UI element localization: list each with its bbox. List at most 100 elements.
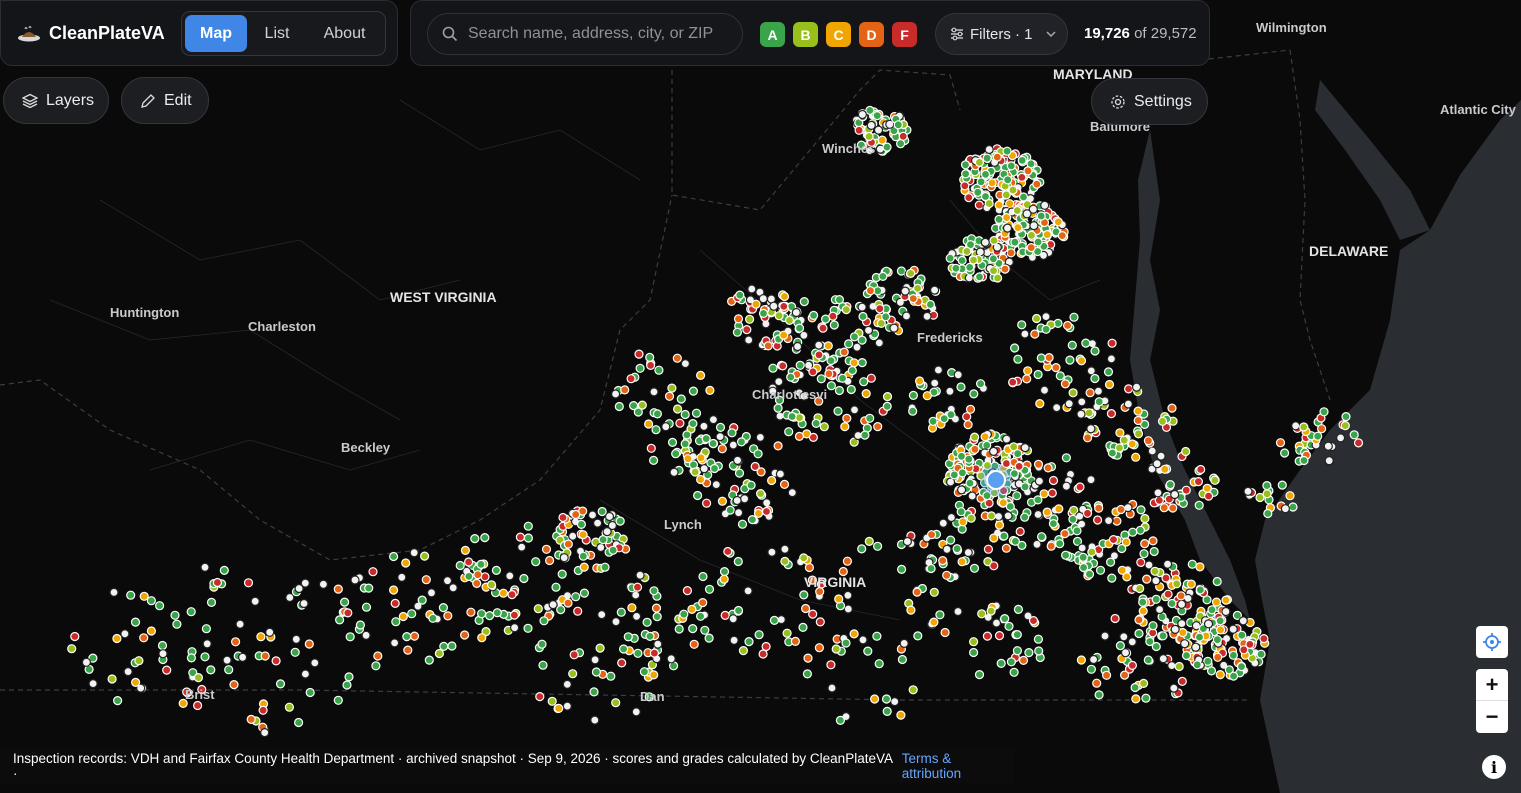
- restaurant-marker[interactable]: [795, 360, 805, 370]
- restaurant-marker[interactable]: [1131, 694, 1141, 704]
- restaurant-marker[interactable]: [1105, 557, 1116, 567]
- restaurant-marker[interactable]: [1057, 231, 1067, 241]
- restaurant-marker[interactable]: [696, 453, 706, 463]
- restaurant-marker[interactable]: [1017, 155, 1027, 165]
- restaurant-marker[interactable]: [355, 620, 365, 630]
- restaurant-marker[interactable]: [651, 425, 661, 435]
- restaurant-marker[interactable]: [310, 658, 320, 668]
- restaurant-marker[interactable]: [784, 427, 794, 437]
- restaurant-marker[interactable]: [902, 536, 913, 547]
- restaurant-marker[interactable]: [956, 485, 967, 495]
- restaurant-marker[interactable]: [975, 247, 985, 257]
- restaurant-marker[interactable]: [866, 373, 876, 383]
- restaurant-marker[interactable]: [835, 715, 846, 726]
- restaurant-marker[interactable]: [808, 367, 818, 377]
- restaurant-marker[interactable]: [1119, 632, 1129, 642]
- terms-link[interactable]: Terms & attribution: [902, 751, 1014, 781]
- restaurant-marker[interactable]: [695, 474, 706, 485]
- restaurant-marker[interactable]: [1060, 379, 1071, 389]
- restaurant-marker[interactable]: [1151, 576, 1161, 586]
- restaurant-marker[interactable]: [1141, 693, 1151, 703]
- restaurant-marker[interactable]: [608, 545, 618, 555]
- restaurant-marker[interactable]: [1106, 409, 1117, 419]
- restaurant-marker[interactable]: [486, 580, 497, 590]
- restaurant-marker[interactable]: [1316, 424, 1327, 434]
- restaurant-marker[interactable]: [908, 390, 919, 400]
- restaurant-marker[interactable]: [708, 415, 719, 425]
- restaurant-marker[interactable]: [1203, 619, 1214, 629]
- restaurant-marker[interactable]: [649, 670, 659, 680]
- restaurant-marker[interactable]: [1106, 354, 1117, 364]
- selected-marker[interactable]: [980, 464, 1012, 496]
- restaurant-marker[interactable]: [1047, 488, 1057, 498]
- restaurant-marker[interactable]: [193, 700, 203, 711]
- restaurant-marker[interactable]: [1148, 621, 1158, 631]
- restaurant-marker[interactable]: [1154, 495, 1164, 505]
- restaurant-marker[interactable]: [695, 611, 706, 621]
- restaurant-marker[interactable]: [134, 656, 144, 666]
- restaurant-marker[interactable]: [1335, 433, 1346, 443]
- restaurant-marker[interactable]: [1086, 475, 1096, 485]
- restaurant-marker[interactable]: [123, 666, 133, 677]
- restaurant-marker[interactable]: [1349, 430, 1359, 440]
- restaurant-marker[interactable]: [991, 618, 1002, 628]
- restaurant-marker[interactable]: [562, 701, 572, 711]
- restaurant-marker[interactable]: [523, 623, 533, 633]
- restaurant-marker[interactable]: [294, 583, 304, 594]
- restaurant-marker[interactable]: [590, 655, 600, 665]
- restaurant-marker[interactable]: [704, 584, 715, 594]
- restaurant-marker[interactable]: [994, 214, 1004, 224]
- restaurant-marker[interactable]: [734, 468, 745, 478]
- restaurant-marker[interactable]: [109, 587, 119, 598]
- restaurant-marker[interactable]: [898, 131, 908, 141]
- restaurant-marker[interactable]: [1212, 576, 1222, 587]
- restaurant-marker[interactable]: [846, 384, 856, 395]
- restaurant-marker[interactable]: [1030, 329, 1040, 339]
- restaurant-marker[interactable]: [246, 714, 256, 725]
- restaurant-marker[interactable]: [1280, 504, 1291, 514]
- restaurant-marker[interactable]: [839, 347, 849, 357]
- restaurant-marker[interactable]: [980, 432, 990, 442]
- restaurant-marker[interactable]: [438, 602, 448, 613]
- restaurant-marker[interactable]: [913, 631, 923, 641]
- restaurant-marker[interactable]: [691, 408, 702, 418]
- restaurant-marker[interactable]: [146, 626, 156, 636]
- restaurant-marker[interactable]: [1034, 476, 1045, 486]
- restaurant-marker[interactable]: [595, 643, 605, 653]
- restaurant-marker[interactable]: [299, 598, 309, 609]
- restaurant-marker[interactable]: [963, 547, 973, 558]
- restaurant-marker[interactable]: [547, 696, 557, 706]
- restaurant-marker[interactable]: [1138, 606, 1148, 616]
- restaurant-marker[interactable]: [70, 631, 80, 642]
- restaurant-marker[interactable]: [753, 508, 764, 519]
- restaurant-marker[interactable]: [1236, 661, 1247, 672]
- restaurant-marker[interactable]: [1180, 639, 1190, 649]
- restaurant-marker[interactable]: [669, 467, 679, 477]
- restaurant-marker[interactable]: [1181, 650, 1192, 661]
- restaurant-marker[interactable]: [1020, 482, 1030, 492]
- restaurant-marker[interactable]: [1001, 434, 1012, 444]
- restaurant-marker[interactable]: [773, 403, 783, 413]
- restaurant-marker[interactable]: [857, 109, 868, 120]
- restaurant-marker[interactable]: [1009, 343, 1020, 353]
- restaurant-marker[interactable]: [882, 401, 892, 411]
- restaurant-marker[interactable]: [1140, 538, 1150, 549]
- restaurant-marker[interactable]: [986, 606, 996, 616]
- restaurant-marker[interactable]: [708, 438, 718, 449]
- restaurant-marker[interactable]: [899, 638, 909, 649]
- restaurant-marker[interactable]: [633, 648, 643, 658]
- restaurant-marker[interactable]: [753, 449, 763, 459]
- restaurant-marker[interactable]: [1012, 646, 1023, 656]
- restaurant-marker[interactable]: [960, 169, 971, 179]
- restaurant-marker[interactable]: [1077, 397, 1087, 407]
- restaurant-marker[interactable]: [162, 665, 172, 675]
- restaurant-marker[interactable]: [1103, 367, 1114, 377]
- restaurant-marker[interactable]: [460, 630, 470, 640]
- restaurant-marker[interactable]: [857, 302, 867, 312]
- restaurant-marker[interactable]: [1033, 237, 1043, 247]
- restaurant-marker[interactable]: [762, 498, 772, 508]
- restaurant-marker[interactable]: [958, 517, 968, 527]
- restaurant-marker[interactable]: [596, 542, 606, 553]
- restaurant-marker[interactable]: [300, 669, 310, 679]
- restaurant-marker[interactable]: [81, 657, 92, 667]
